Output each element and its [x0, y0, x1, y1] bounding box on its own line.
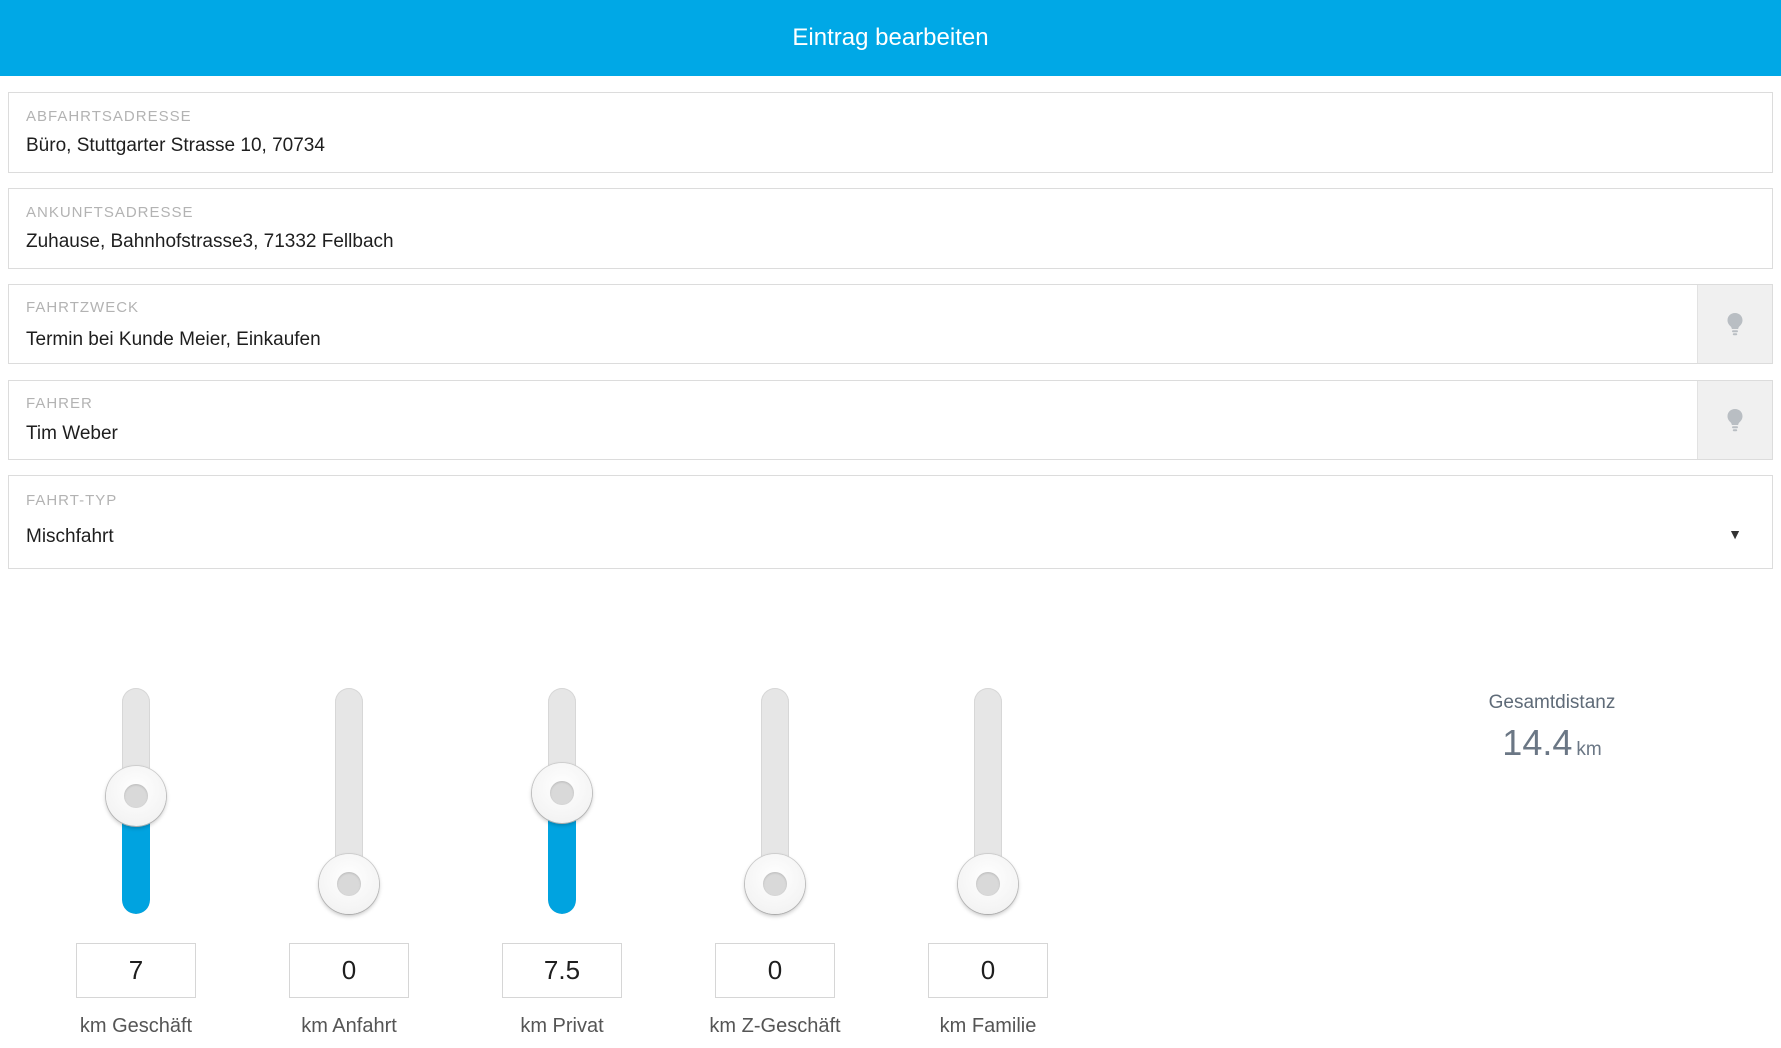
- driver-field[interactable]: FAHRER Tim Weber: [8, 380, 1773, 460]
- slider-thumb[interactable]: [319, 854, 379, 914]
- departure-address-value: Büro, Stuttgarter Strasse 10, 70734: [26, 135, 325, 156]
- trip-type-value: Mischfahrt: [26, 526, 114, 547]
- departure-address-label: ABFAHRTSADRESSE: [26, 108, 192, 125]
- slider-thumb[interactable]: [106, 766, 166, 827]
- km-private-label: km Privat: [520, 1015, 604, 1037]
- total-distance: 14.4 km: [1452, 722, 1652, 764]
- app-header: Eintrag bearbeiten: [0, 0, 1781, 76]
- km-z-business-label: km Z-Geschäft: [709, 1015, 841, 1037]
- arrival-address-field[interactable]: ANKUNFTSADRESSE Zuhause, Bahnhofstrasse3…: [8, 188, 1773, 269]
- total-distance-unit: km: [1576, 739, 1602, 760]
- km-commute-label: km Anfahrt: [301, 1015, 397, 1037]
- caret-down-icon[interactable]: ▼: [1728, 526, 1742, 542]
- km-business-input[interactable]: [76, 943, 196, 998]
- km-family-label: km Familie: [939, 1015, 1037, 1037]
- km-z-business-input[interactable]: [715, 943, 835, 998]
- slider-thumb[interactable]: [745, 854, 805, 914]
- arrival-address-value: Zuhause, Bahnhofstrasse3, 71332 Fellbach: [26, 231, 394, 252]
- total-distance-label: Gesamtdistanz: [1488, 692, 1616, 713]
- trip-purpose-field[interactable]: FAHRTZWECK Termin bei Kunde Meier, Einka…: [8, 284, 1773, 364]
- km-business-label: km Geschäft: [79, 1015, 193, 1037]
- departure-address-field[interactable]: ABFAHRTSADRESSE Büro, Stuttgarter Strass…: [8, 92, 1773, 173]
- total-distance-value: 14.4: [1502, 722, 1573, 763]
- km-private-input[interactable]: [502, 943, 622, 998]
- slider-thumb[interactable]: [532, 762, 592, 823]
- purpose-suggestion-button[interactable]: [1697, 285, 1772, 363]
- trip-type-select[interactable]: FAHRT-TYP Mischfahrt ▼: [8, 475, 1773, 569]
- page-title: Eintrag bearbeiten: [792, 24, 989, 51]
- arrival-address-label: ANKUNFTSADRESSE: [26, 204, 194, 221]
- km-commute-input[interactable]: [289, 943, 409, 998]
- lightbulb-icon: [1727, 313, 1743, 336]
- driver-value: Tim Weber: [26, 423, 118, 444]
- trip-purpose-label: FAHRTZWECK: [26, 299, 140, 316]
- driver-suggestion-button[interactable]: [1697, 381, 1772, 459]
- lightbulb-icon: [1727, 409, 1743, 432]
- trip-purpose-value: Termin bei Kunde Meier, Einkaufen: [26, 329, 321, 350]
- slider-thumb[interactable]: [958, 854, 1018, 914]
- trip-type-label: FAHRT-TYP: [26, 492, 118, 509]
- km-family-input[interactable]: [928, 943, 1048, 998]
- driver-label: FAHRER: [26, 395, 93, 412]
